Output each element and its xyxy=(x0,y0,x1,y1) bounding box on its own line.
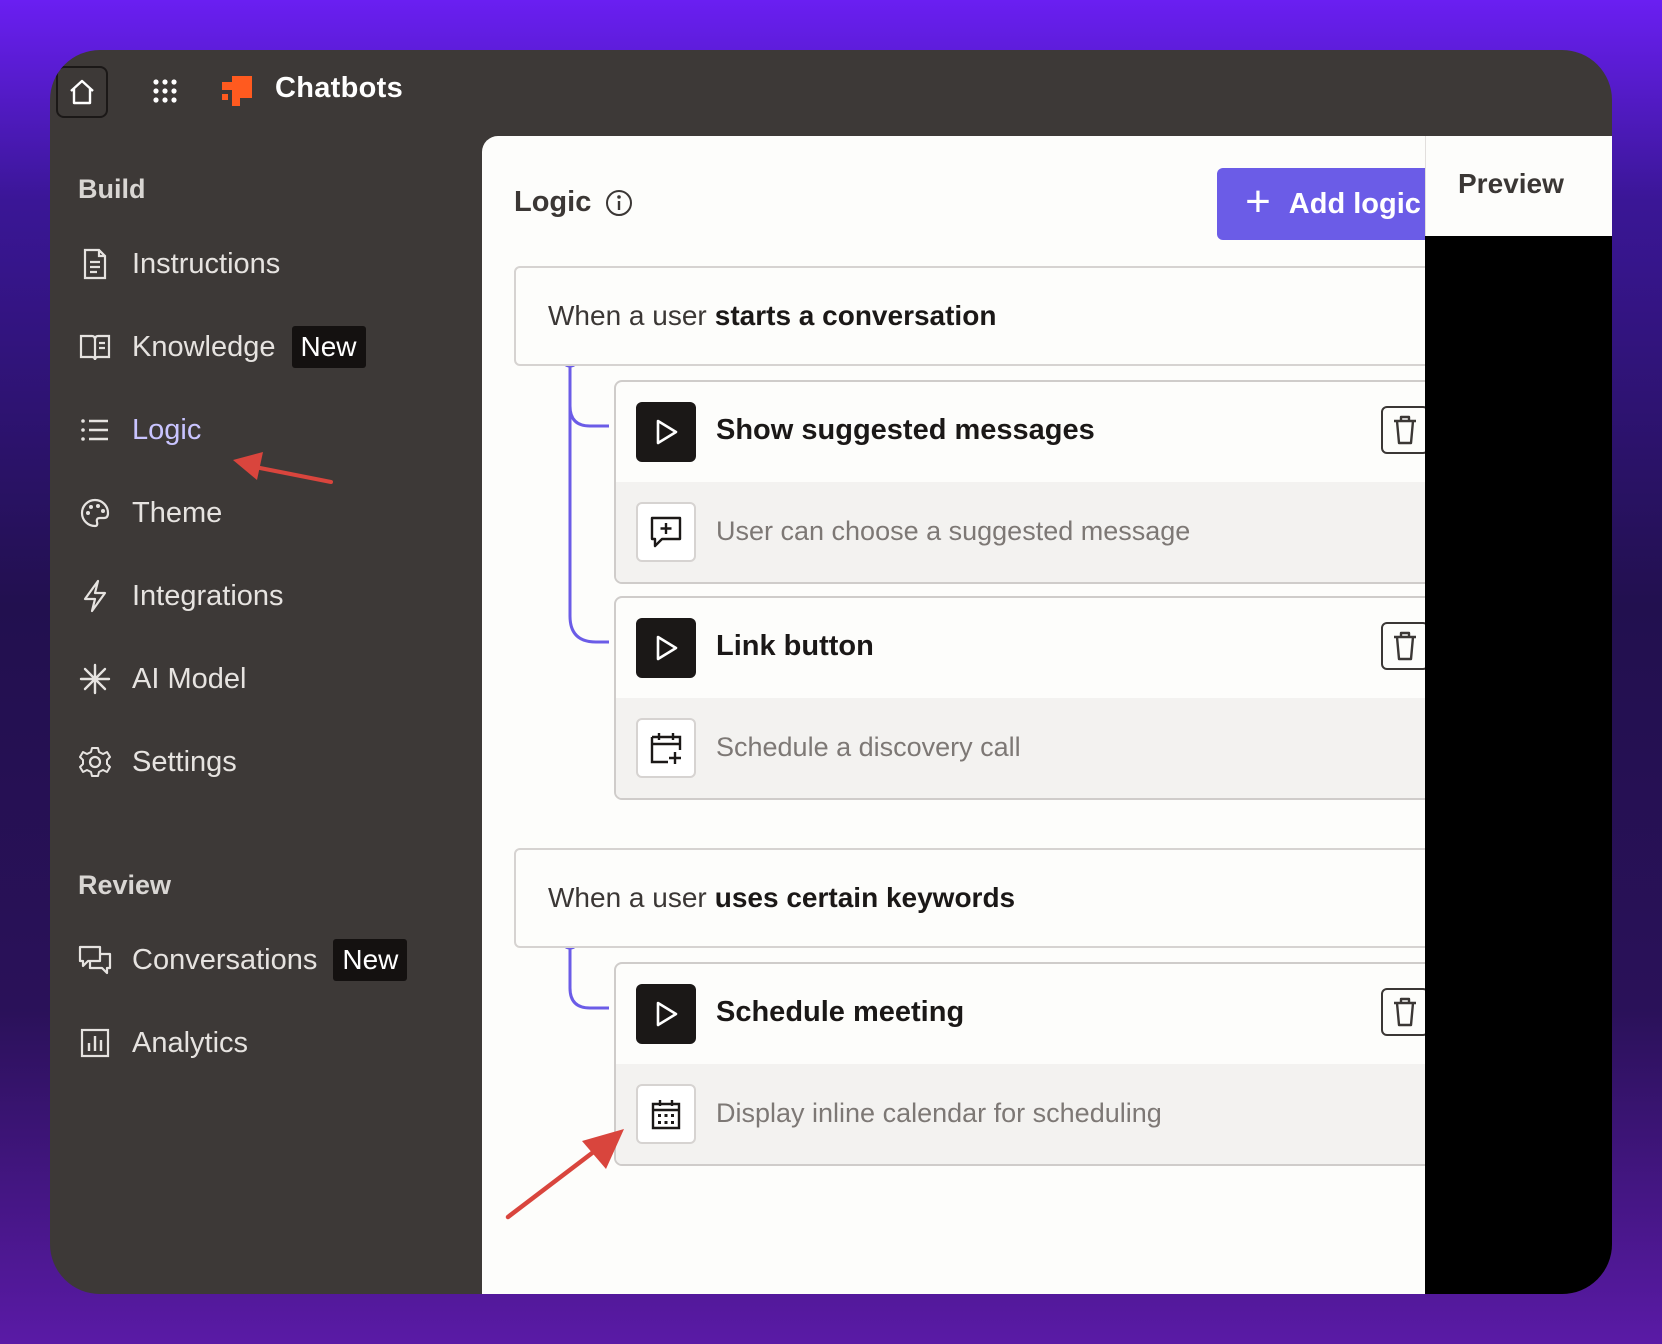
trash-icon xyxy=(1394,997,1416,1027)
play-icon xyxy=(636,984,696,1044)
play-icon xyxy=(636,618,696,678)
chatbots-logo-icon xyxy=(222,76,252,106)
list-icon xyxy=(81,419,108,441)
sidebar-item-label: Instructions xyxy=(132,247,281,280)
document-icon xyxy=(83,248,107,280)
sidebar-item-label: AI Model xyxy=(132,662,247,695)
new-badge: New xyxy=(333,939,408,981)
trigger-starts-conversation[interactable]: When a user starts a conversation xyxy=(514,266,1449,366)
top-bar: Chatbots xyxy=(50,50,1612,136)
sidebar-item-settings[interactable]: Settings xyxy=(78,737,237,787)
sidebar-item-ai-model[interactable]: AI Model xyxy=(78,654,246,704)
action-title: Show suggested messages xyxy=(716,414,1095,446)
play-icon xyxy=(636,402,696,462)
action-card-schedule-meeting[interactable]: Schedule meeting Display inline calendar… xyxy=(614,962,1449,1166)
palette-icon xyxy=(80,498,110,528)
trigger-prefix: When a user xyxy=(548,300,707,331)
sidebar-item-theme[interactable]: Theme xyxy=(78,488,222,538)
sidebar-item-integrations[interactable]: Integrations xyxy=(78,571,284,621)
chatbots-logo xyxy=(220,74,254,108)
trash-icon xyxy=(1394,415,1416,445)
logic-panel: Logic + Add logic When a user starts a c… xyxy=(482,136,1449,1294)
trash-icon xyxy=(1394,631,1416,661)
sidebar-item-knowledge[interactable]: Knowledge New xyxy=(78,322,366,372)
section-title-build: Build xyxy=(78,174,146,204)
sidebar-item-analytics[interactable]: Analytics xyxy=(78,1018,248,1068)
delete-button[interactable] xyxy=(1381,988,1429,1036)
sidebar: Build Instructions Knowledge New Logic T… xyxy=(50,136,482,1294)
new-badge: New xyxy=(291,326,366,368)
home-icon xyxy=(70,79,94,105)
preview-header: Preview xyxy=(1425,136,1612,236)
sidebar-item-label: Knowledge xyxy=(132,330,276,363)
trigger-prefix: When a user xyxy=(548,882,707,913)
gear-icon xyxy=(79,747,111,777)
sidebar-item-label: Logic xyxy=(132,413,202,446)
sidebar-item-instructions[interactable]: Instructions xyxy=(78,239,280,289)
action-detail: Display inline calendar for scheduling xyxy=(716,1098,1162,1128)
trigger-condition: uses certain keywords xyxy=(714,882,1016,913)
action-card-link-button[interactable]: Link button Schedule a discovery call xyxy=(614,596,1449,800)
sidebar-item-label: Analytics xyxy=(132,1026,249,1059)
calendar-plus-icon xyxy=(636,718,696,778)
grid-icon xyxy=(153,79,177,103)
app-window: Chatbots Build Instructions Knowledge Ne… xyxy=(50,50,1612,1294)
action-card-show-suggested-messages[interactable]: Show suggested messages User can choose … xyxy=(614,380,1449,584)
action-title: Link button xyxy=(716,630,874,662)
add-logic-label: Add logic xyxy=(1288,187,1421,220)
trigger-condition: starts a conversation xyxy=(714,300,997,331)
lightning-icon xyxy=(83,579,107,613)
action-detail: Schedule a discovery call xyxy=(716,732,1021,762)
chat-bubbles-icon xyxy=(78,945,112,975)
action-title: Schedule meeting xyxy=(716,996,965,1028)
delete-button[interactable] xyxy=(1381,622,1429,670)
sidebar-item-conversations[interactable]: Conversations New xyxy=(78,935,408,985)
apps-grid-button[interactable] xyxy=(148,74,182,108)
plus-icon: + xyxy=(1245,177,1271,226)
app-title: Chatbots xyxy=(275,72,404,104)
bar-chart-icon xyxy=(80,1028,110,1058)
trigger-uses-keywords[interactable]: When a user uses certain keywords xyxy=(514,848,1449,948)
message-plus-icon xyxy=(636,502,696,562)
add-logic-button[interactable]: + Add logic xyxy=(1217,168,1449,240)
book-icon xyxy=(79,334,111,361)
page-title-text: Logic xyxy=(514,186,592,218)
preview-panel: Preview xyxy=(1425,136,1612,1294)
sidebar-item-label: Theme xyxy=(132,496,223,529)
sidebar-item-label: Conversations xyxy=(132,943,318,976)
delete-button[interactable] xyxy=(1381,406,1429,454)
sidebar-item-label: Integrations xyxy=(132,579,284,612)
sidebar-item-label: Settings xyxy=(132,745,237,778)
calendar-grid-icon xyxy=(636,1084,696,1144)
page-title: Logic xyxy=(514,186,633,219)
action-detail: User can choose a suggested message xyxy=(716,516,1191,546)
preview-label: Preview xyxy=(1458,168,1564,199)
sparkle-icon xyxy=(79,663,111,695)
section-title-review: Review xyxy=(78,870,172,900)
sidebar-item-logic[interactable]: Logic xyxy=(78,405,201,455)
info-icon[interactable] xyxy=(605,189,633,217)
home-button[interactable] xyxy=(56,66,108,118)
